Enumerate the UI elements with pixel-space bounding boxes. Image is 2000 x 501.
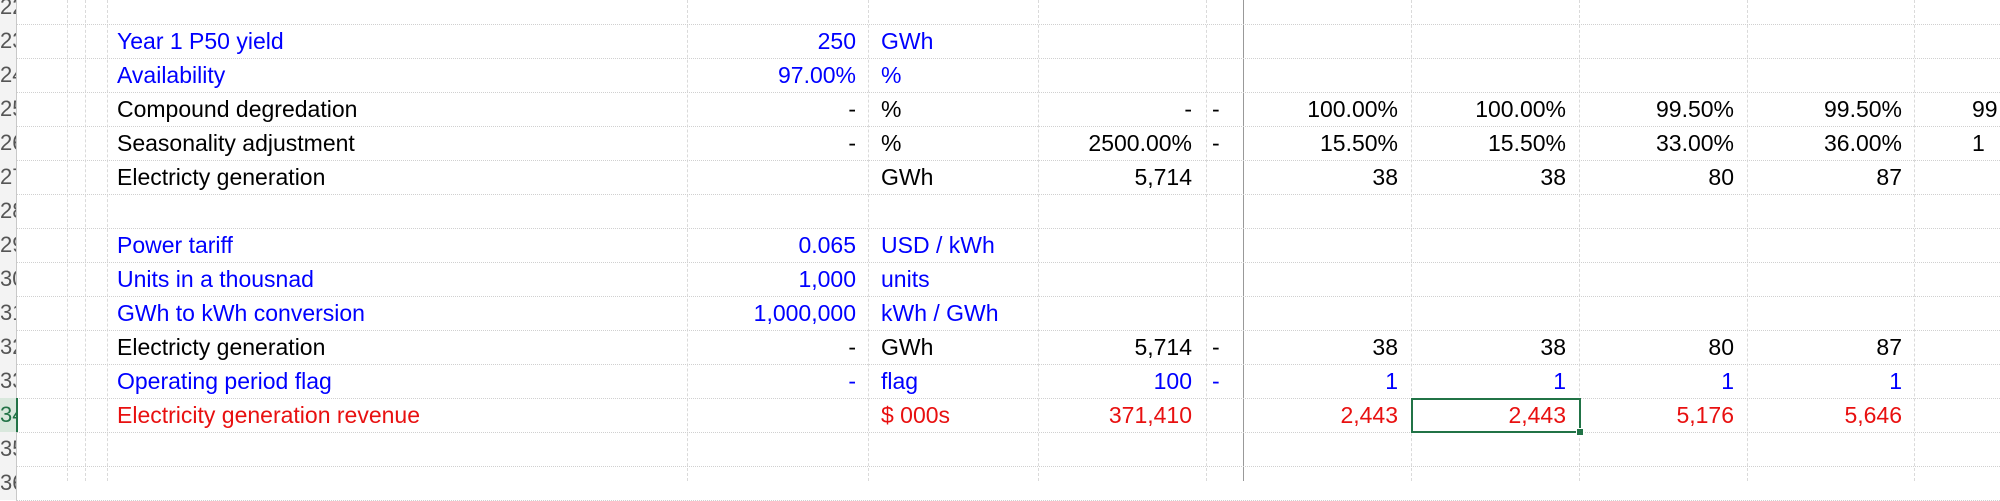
cell-p-period-1-row33[interactable]: 1 [1418, 364, 1566, 398]
column-gridline [868, 0, 869, 481]
cell-value-row25[interactable]: - [600, 92, 856, 126]
cell-flag-row33[interactable]: - [1212, 364, 1230, 398]
row-gridline [16, 432, 2000, 433]
cell-unit-row31[interactable]: kWh / GWh [881, 296, 1081, 330]
cell-p-period-0-row27[interactable]: 38 [1250, 160, 1398, 194]
row-gridline [16, 194, 2000, 195]
column-gridline [1747, 0, 1748, 481]
row-number-27[interactable]: 27 [0, 160, 17, 194]
cell-unit-row29[interactable]: USD / kWh [881, 228, 1081, 262]
cell-unit-row30[interactable]: units [881, 262, 1081, 296]
row-number-25[interactable]: 25 [0, 92, 17, 126]
row-number-33[interactable]: 33 [0, 364, 17, 398]
cell-p-period-0-row33[interactable]: 1 [1250, 364, 1398, 398]
cell-total-row26[interactable]: 2500.00% [1050, 126, 1192, 160]
row-number-31[interactable]: 31 [0, 296, 17, 330]
cell-p-period-2-row32[interactable]: 80 [1586, 330, 1734, 364]
cell-label-row33[interactable]: Operating period flag [117, 364, 677, 398]
cell-value-row23[interactable]: 250 [600, 24, 856, 58]
cell-unit-row24[interactable]: % [881, 58, 1081, 92]
cell-partial-row26[interactable]: 1 [1972, 126, 2000, 160]
cell-value-row33[interactable]: - [600, 364, 856, 398]
cell-p-period-1-row25[interactable]: 100.00% [1418, 92, 1566, 126]
row-number-30[interactable]: 30 [0, 262, 17, 296]
cell-p-period-3-row32[interactable]: 87 [1754, 330, 1902, 364]
cell-label-row27[interactable]: Electricty generation [117, 160, 677, 194]
cell-p-period-2-row34[interactable]: 5,176 [1586, 398, 1734, 432]
row-number-35[interactable]: 35 [0, 432, 17, 466]
cell-p-period-0-row32[interactable]: 38 [1250, 330, 1398, 364]
active-cell-selection[interactable] [1411, 398, 1581, 433]
spreadsheet-grid[interactable]: 222324252627282930313233343536 Year 1 P50… [0, 0, 2000, 501]
row-number-23[interactable]: 23 [0, 24, 17, 58]
cell-p-period-1-row32[interactable]: 38 [1418, 330, 1566, 364]
cell-label-row30[interactable]: Units in a thousnad [117, 262, 677, 296]
cell-total-row33[interactable]: 100 [1050, 364, 1192, 398]
cell-label-row25[interactable]: Compound degredation [117, 92, 677, 126]
cell-p-period-2-row25[interactable]: 99.50% [1586, 92, 1734, 126]
cell-value-row26[interactable]: - [600, 126, 856, 160]
column-gridline [107, 0, 108, 481]
cell-total-row32[interactable]: 5,714 [1050, 330, 1192, 364]
cell-p-period-2-row27[interactable]: 80 [1586, 160, 1734, 194]
cell-flag-row32[interactable]: - [1212, 330, 1230, 364]
cell-label-row26[interactable]: Seasonality adjustment [117, 126, 677, 160]
row-number-28[interactable]: 28 [0, 194, 17, 228]
cell-p-period-3-row25[interactable]: 99.50% [1754, 92, 1902, 126]
cell-label-row23[interactable]: Year 1 P50 yield [117, 24, 677, 58]
cell-value-row30[interactable]: 1,000 [600, 262, 856, 296]
cell-label-row24[interactable]: Availability [117, 58, 677, 92]
cell-total-row27[interactable]: 5,714 [1050, 160, 1192, 194]
column-gridline [1243, 0, 1244, 481]
cell-p-period-2-row26[interactable]: 33.00% [1586, 126, 1734, 160]
fill-handle[interactable] [1576, 428, 1584, 436]
cell-value-row31[interactable]: 1,000,000 [600, 296, 856, 330]
cell-p-period-3-row33[interactable]: 1 [1754, 364, 1902, 398]
cell-p-period-1-row26[interactable]: 15.50% [1418, 126, 1566, 160]
cell-value-row32[interactable]: - [600, 330, 856, 364]
row-number-32[interactable]: 32 [0, 330, 17, 364]
column-gridline [1914, 0, 1915, 481]
row-number-36[interactable]: 36 [0, 466, 17, 500]
row-number-26[interactable]: 26 [0, 126, 17, 160]
cell-label-row31[interactable]: GWh to kWh conversion [117, 296, 677, 330]
row-gridline [16, 466, 2000, 467]
cell-partial-row25[interactable]: 99 [1972, 92, 2000, 126]
cell-p-period-0-row25[interactable]: 100.00% [1250, 92, 1398, 126]
row-number-34[interactable]: 34 [0, 398, 18, 432]
cell-p-period-3-row34[interactable]: 5,646 [1754, 398, 1902, 432]
cell-p-period-2-row33[interactable]: 1 [1586, 364, 1734, 398]
cell-flag-row25[interactable]: - [1212, 92, 1230, 126]
cell-p-period-3-row27[interactable]: 87 [1754, 160, 1902, 194]
column-gridline [67, 0, 68, 481]
cell-label-row29[interactable]: Power tariff [117, 228, 677, 262]
cell-value-row29[interactable]: 0.065 [600, 228, 856, 262]
cell-total-row25[interactable]: - [1050, 92, 1192, 126]
cell-total-row34[interactable]: 371,410 [1050, 398, 1192, 432]
cell-label-row32[interactable]: Electricty generation [117, 330, 677, 364]
cell-label-row34[interactable]: Electricity generation revenue [117, 398, 677, 432]
cell-p-period-0-row26[interactable]: 15.50% [1250, 126, 1398, 160]
cell-p-period-0-row34[interactable]: 2,443 [1250, 398, 1398, 432]
row-number-24[interactable]: 24 [0, 58, 17, 92]
column-gridline [1206, 0, 1207, 481]
cell-p-period-1-row27[interactable]: 38 [1418, 160, 1566, 194]
column-gridline [85, 0, 86, 481]
cell-p-period-3-row26[interactable]: 36.00% [1754, 126, 1902, 160]
row-number-22[interactable]: 22 [0, 0, 17, 24]
cell-flag-row26[interactable]: - [1212, 126, 1230, 160]
cell-value-row24[interactable]: 97.00% [600, 58, 856, 92]
row-number-29[interactable]: 29 [0, 228, 17, 262]
cell-unit-row23[interactable]: GWh [881, 24, 1081, 58]
